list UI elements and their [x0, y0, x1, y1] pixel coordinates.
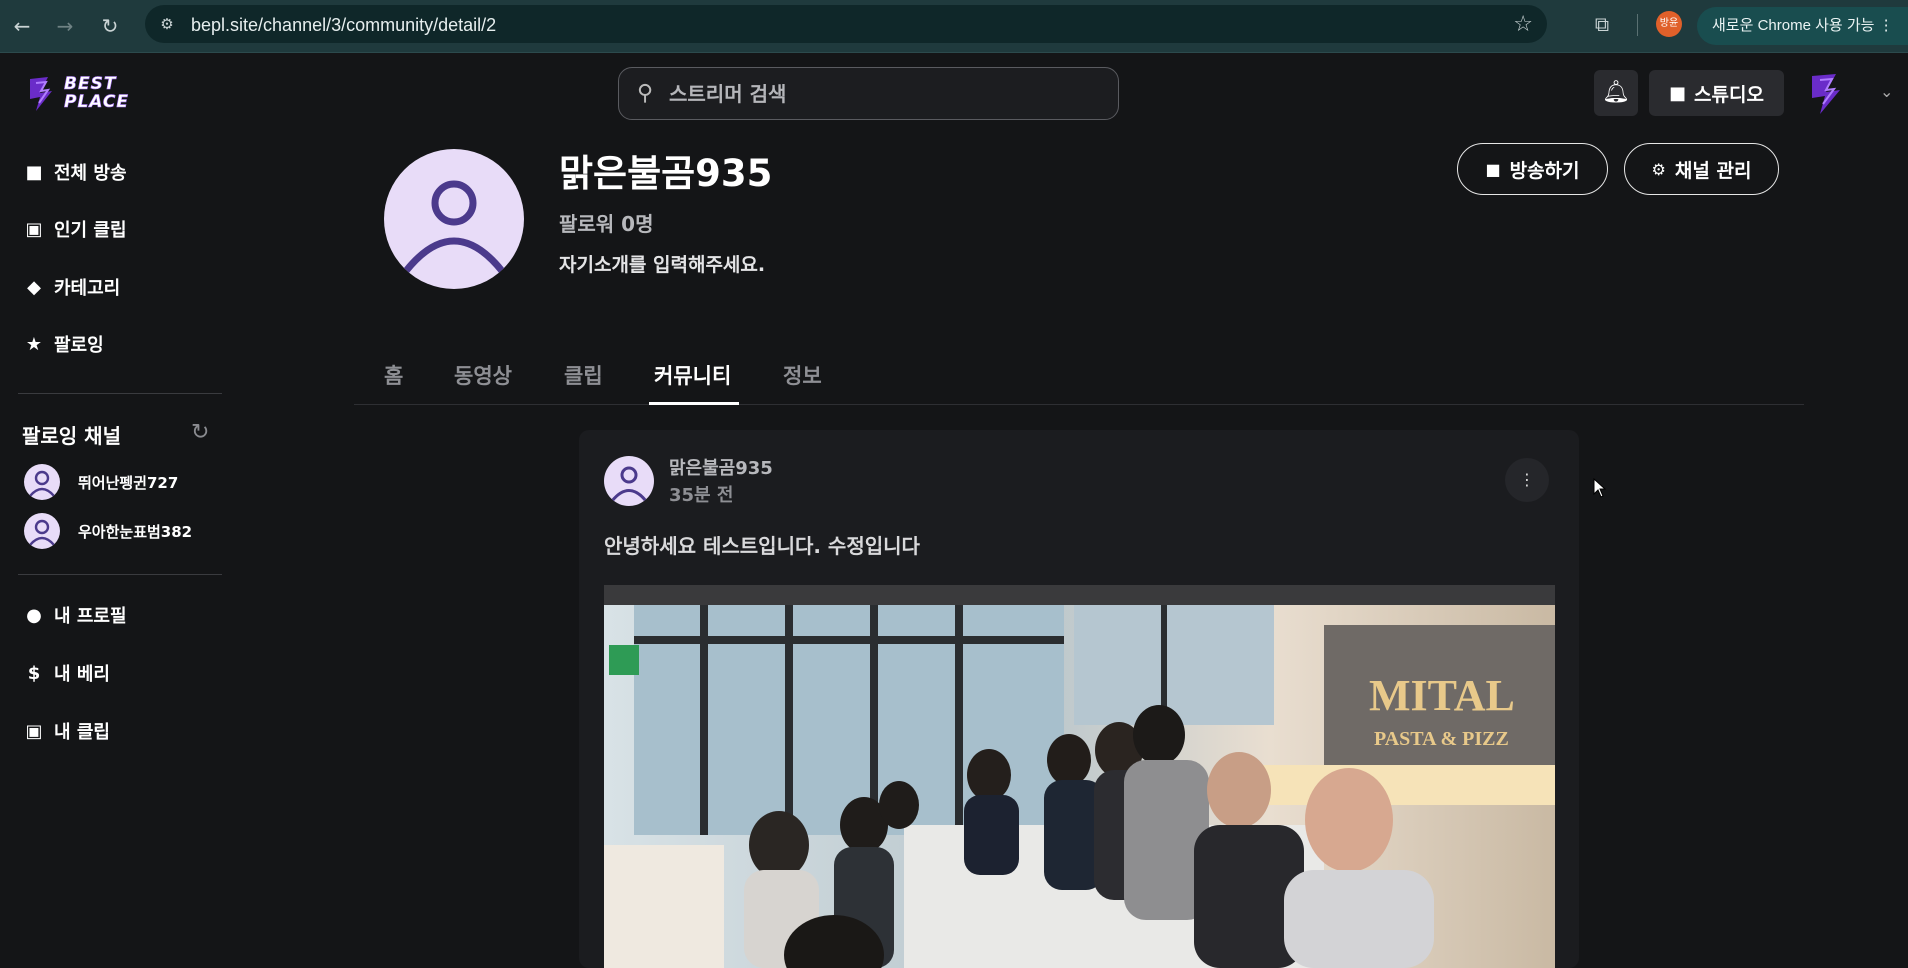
sidebar-item-my-profile[interactable]: ● 내 프로필: [22, 600, 127, 630]
sidebar-item-all-broadcasts[interactable]: ■ 전체 방송: [22, 157, 127, 187]
channel-name: 맑은불곰935: [559, 152, 773, 195]
sidebar-item-my-clips[interactable]: ▣ 내 클립: [22, 716, 110, 746]
reload-icon[interactable]: ↻: [98, 14, 122, 38]
channel-followers: 팔로워 0명: [559, 212, 654, 236]
post-author[interactable]: 맑은불곰935: [669, 454, 773, 480]
post-image[interactable]: MITAL PASTA & PIZZ: [604, 585, 1555, 968]
streamer-search[interactable]: ⚲: [618, 67, 1119, 120]
sidebar-divider: [18, 393, 222, 394]
sign-text-1: MITAL: [1369, 671, 1515, 720]
channel-manage-label: 채널 관리: [1674, 159, 1752, 182]
broadcast-label: 방송하기: [1509, 159, 1580, 182]
chevron-down-icon[interactable]: ⌄: [1880, 82, 1893, 101]
back-icon[interactable]: ←: [10, 14, 34, 38]
restaurant-photo: MITAL PASTA & PIZZ: [604, 585, 1555, 968]
bookmark-star-icon[interactable]: ☆: [1513, 12, 1533, 37]
sidebar-item-label: 인기 클립: [54, 220, 127, 241]
address-bar[interactable]: ⚙ bepl.site/channel/3/community/detail/2…: [145, 5, 1547, 43]
clip-icon: ▣: [25, 218, 43, 240]
post-time: 35분 전: [669, 485, 734, 506]
sidebar-item-label: 내 프로필: [54, 606, 127, 627]
search-input[interactable]: [669, 80, 1099, 108]
studio-camera-icon: ■: [1669, 82, 1687, 104]
browser-toolbar: ← → ↻ ⚙ bepl.site/channel/3/community/de…: [0, 0, 1908, 53]
channel-intro: 자기소개를 입력해주세요.: [559, 254, 766, 276]
broadcast-button[interactable]: ■ 방송하기: [1457, 143, 1608, 195]
chrome-update-button[interactable]: 새로운 Chrome 사용 가능 ⋮: [1697, 7, 1908, 45]
avatar: [24, 513, 60, 549]
tags-icon: ◆: [27, 276, 41, 298]
logo-text: BEST PLACE: [64, 74, 130, 112]
community-post: 맑은불곰935 35분 전 ⋮ 안녕하세요 테스트입니다. 수정입니다 MITA…: [579, 430, 1579, 968]
star-icon: ★: [25, 333, 43, 355]
following-channel-name: 우아한눈표범382: [78, 522, 193, 541]
dollar-icon: $: [27, 662, 41, 684]
more-options-icon[interactable]: ⋮: [1505, 458, 1549, 502]
more-vert-icon: ⋮: [1878, 17, 1894, 34]
studio-button[interactable]: ■ 스튜디오: [1649, 70, 1784, 116]
gear-icon: ⚙: [1651, 159, 1666, 179]
sidebar-item-label: 내 클립: [54, 722, 110, 743]
channel-manage-button[interactable]: ⚙ 채널 관리: [1624, 143, 1779, 195]
following-channel-name: 뛰어난펭귄727: [78, 473, 179, 492]
user-menu-avatar[interactable]: [1806, 70, 1850, 116]
sidebar-item-label: 내 베리: [54, 664, 110, 685]
avatar: [24, 464, 60, 500]
sidebar-item-my-berry[interactable]: $ 내 베리: [22, 658, 110, 688]
tab-videos[interactable]: 동영상: [454, 360, 512, 390]
sidebar-item-following[interactable]: ★ 팔로잉: [22, 329, 104, 359]
sidebar-item-popular-clips[interactable]: ▣ 인기 클립: [22, 214, 127, 244]
notification-bell-icon[interactable]: 🔔︎: [1594, 70, 1638, 116]
forward-icon[interactable]: →: [53, 14, 77, 38]
tab-home[interactable]: 홈: [384, 360, 403, 390]
video-camera-icon: ■: [25, 161, 43, 183]
chrome-update-label: 새로운 Chrome 사용 가능: [1712, 17, 1875, 34]
url-text[interactable]: bepl.site/channel/3/community/detail/2: [191, 15, 496, 36]
tab-community[interactable]: 커뮤니티: [654, 360, 731, 390]
sidebar-item-label: 전체 방송: [54, 163, 127, 184]
sidebar-item-label: 팔로잉: [54, 335, 104, 356]
search-icon: ⚲: [637, 81, 654, 106]
following-channel-item[interactable]: 뛰어난펭귄727: [24, 464, 178, 500]
sidebar-divider: [18, 574, 222, 575]
sign-text-2: PASTA & PIZZ: [1374, 728, 1509, 750]
site-info-icon[interactable]: ⚙: [157, 14, 177, 34]
channel-tabs: 홈 동영상 클립 커뮤니티 정보: [354, 350, 1804, 405]
video-camera-icon: ■: [1485, 159, 1501, 179]
studio-label: 스튜디오: [1694, 83, 1764, 106]
active-tab-indicator: [649, 402, 739, 405]
tab-info[interactable]: 정보: [783, 360, 822, 390]
best-place-logo[interactable]: BEST PLACE: [26, 73, 141, 115]
following-channels-title: 팔로잉 채널: [22, 424, 121, 448]
following-channel-item[interactable]: 우아한눈표범382: [24, 513, 192, 549]
sidebar-item-label: 카테고리: [54, 278, 121, 299]
tab-clips[interactable]: 클립: [564, 360, 603, 390]
logo-mark-icon: [30, 77, 52, 111]
user-icon: ●: [26, 604, 42, 626]
extensions-icon[interactable]: ⧉: [1590, 12, 1614, 36]
post-text: 안녕하세요 테스트입니다. 수정입니다: [604, 534, 920, 558]
browser-profile-avatar[interactable]: 방윤: [1656, 11, 1682, 37]
mouse-cursor-icon: [1593, 478, 1607, 498]
sidebar-item-categories[interactable]: ◆ 카테고리: [22, 272, 120, 302]
clip-icon: ▣: [25, 720, 43, 742]
refresh-icon[interactable]: ↻: [191, 420, 209, 445]
toolbar-divider: [1637, 14, 1638, 36]
channel-avatar: [384, 149, 524, 289]
post-author-avatar[interactable]: [604, 456, 654, 506]
